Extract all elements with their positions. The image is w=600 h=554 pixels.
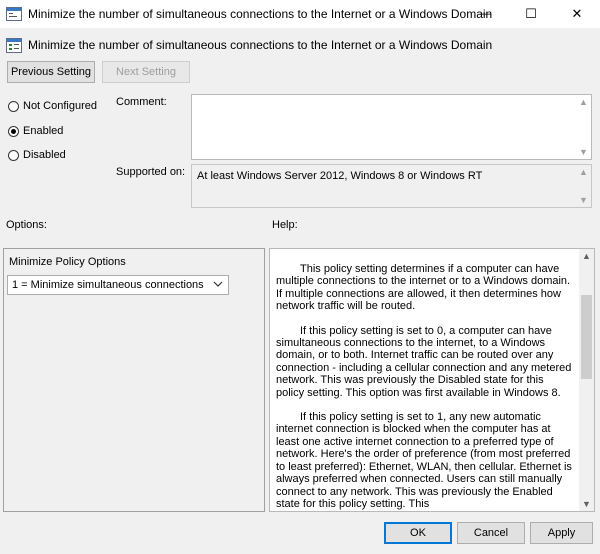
scroll-down-icon[interactable]: ▼ [579,497,594,511]
supported-on-label: Supported on: [116,166,186,178]
minimize-button[interactable]: — [462,0,508,28]
policy-title: Minimize the number of simultaneous conn… [28,38,493,52]
previous-setting-button[interactable]: Previous Setting [7,61,95,83]
next-setting-button[interactable]: Next Setting [102,61,190,83]
ok-button[interactable]: OK [384,522,452,544]
supported-on-value: At least Windows Server 2012, Windows 8 … [197,170,483,182]
scroll-up-icon[interactable]: ▲ [576,95,591,109]
help-paragraph: If this policy setting is set to 0, a co… [276,324,572,399]
help-text: This policy setting determines if a comp… [276,263,573,511]
maximize-button[interactable]: ☐ [508,0,554,28]
minimize-icon: — [479,8,491,20]
title-bar: Minimize the number of simultaneous conn… [0,0,600,28]
comment-scrollbar[interactable]: ▲ ▼ [576,95,591,159]
radio-disabled-indicator[interactable] [8,149,19,161]
radio-not-configured[interactable]: Not Configured [8,100,97,112]
policy-app-icon [6,7,22,24]
supported-scrollbar[interactable]: ▲ ▼ [576,165,591,207]
minimize-policy-dropdown[interactable]: 1 = Minimize simultaneous connections [7,275,229,295]
radio-not-configured-label: Not Configured [23,100,97,112]
scroll-up-icon[interactable]: ▲ [576,165,591,179]
scroll-down-icon[interactable]: ▼ [576,145,591,159]
maximize-icon: ☐ [525,6,537,21]
radio-enabled[interactable]: Enabled [8,125,63,137]
scroll-up-icon[interactable]: ▲ [579,249,594,263]
close-icon: ✕ [571,6,583,21]
help-scrollbar[interactable]: ▲ ▼ [579,249,594,511]
help-scroll-thumb[interactable] [581,295,592,379]
radio-enabled-indicator[interactable] [8,125,19,137]
policy-dialog: Minimize the number of simultaneous conn… [0,0,600,554]
chevron-down-icon [213,279,223,291]
radio-not-configured-indicator[interactable] [8,100,19,112]
close-button[interactable]: ✕ [554,0,600,28]
help-heading: Help: [272,219,298,231]
apply-button[interactable]: Apply [530,522,593,544]
comment-label: Comment: [116,96,167,108]
options-heading: Options: [6,219,47,231]
help-panel: This policy setting determines if a comp… [269,248,595,512]
minimize-policy-options-label: Minimize Policy Options [9,256,126,268]
help-paragraph: If this policy setting is set to 1, any … [276,411,572,510]
comment-textarea[interactable]: ▲ ▼ [191,94,592,160]
radio-enabled-label: Enabled [23,125,64,137]
cancel-button[interactable]: Cancel [457,522,525,544]
radio-disabled-label: Disabled [23,149,66,161]
radio-disabled[interactable]: Disabled [8,149,66,161]
window-title: Minimize the number of simultaneous conn… [28,7,493,21]
dropdown-selected-value: 1 = Minimize simultaneous connections [12,279,204,291]
scroll-down-icon[interactable]: ▼ [576,193,591,207]
supported-on-field: At least Windows Server 2012, Windows 8 … [191,164,592,208]
help-paragraph: This policy setting determines if a comp… [276,263,571,313]
policy-setting-icon [6,38,22,56]
